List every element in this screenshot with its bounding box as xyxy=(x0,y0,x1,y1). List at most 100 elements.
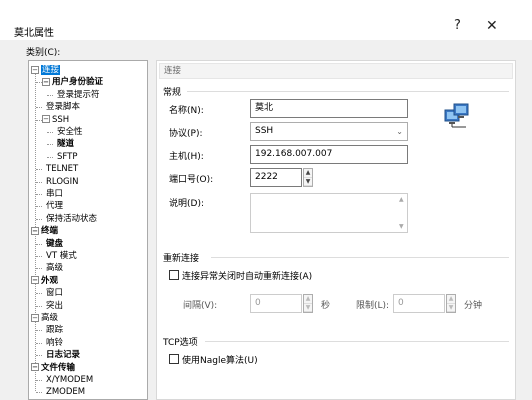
description-scrollbar[interactable]: ▲ ▼ xyxy=(397,194,407,232)
tree-item-label: RLOGIN xyxy=(46,176,79,187)
tree-item[interactable]: 响铃 xyxy=(36,337,64,349)
tree-item[interactable]: 日志记录 xyxy=(36,349,81,361)
category-tree[interactable]: − 连接 − 用户身份验证 登录提示符 登录脚本 − SSH 安全性 隧道 SFTP TELNET RL… xyxy=(28,60,148,400)
spin-up-icon[interactable]: ▲ xyxy=(304,169,312,178)
description-textarea[interactable]: ▲ ▼ xyxy=(250,193,408,233)
spin-down-icon[interactable]: ▼ xyxy=(304,304,312,312)
reconnect-separator xyxy=(211,257,509,258)
auto-reconnect-checkbox[interactable] xyxy=(169,270,179,280)
collapse-icon[interactable]: − xyxy=(31,226,39,235)
host-input[interactable]: 192.168.007.007 xyxy=(250,145,408,164)
tree-item[interactable]: VT 模式 xyxy=(36,250,77,262)
tree-item-label: 突出 xyxy=(46,300,64,311)
tree-item[interactable]: TELNET xyxy=(36,163,79,175)
tree-item-label: ZMODEM xyxy=(46,387,86,398)
general-separator xyxy=(187,91,509,92)
tree-item[interactable]: X/YMODEM xyxy=(36,374,94,386)
interval-spinner[interactable]: ▲ ▼ xyxy=(303,294,313,313)
tree-item[interactable]: 键盘 xyxy=(36,238,64,250)
chevron-down-icon: ⌄ xyxy=(396,127,403,136)
tree-item[interactable]: 隧道 xyxy=(47,138,75,150)
tree-item[interactable]: 登录提示符 xyxy=(47,89,100,101)
tree-item-label: 日志记录 xyxy=(46,350,81,361)
close-button[interactable]: ✕ xyxy=(486,18,498,34)
tree-item-label: 安全性 xyxy=(57,127,83,137)
tree-item-label: 串口 xyxy=(46,189,64,199)
limit-spinner[interactable]: ▲ ▼ xyxy=(446,294,456,313)
tree-item-label: 窗口 xyxy=(46,288,64,299)
tree-item[interactable]: 突出 xyxy=(36,300,64,312)
tree-item[interactable]: − 外观 xyxy=(31,275,58,287)
tree-item[interactable]: − SSH xyxy=(36,114,69,126)
category-label: 类别(C): xyxy=(26,48,61,58)
tree-item[interactable]: − 文件传输 xyxy=(31,362,75,374)
tree-item[interactable]: 登录脚本 xyxy=(36,101,80,113)
tree-item-label: 高级 xyxy=(41,313,59,323)
auto-reconnect-label[interactable]: 连接异常关闭时自动重新连接(A) xyxy=(182,269,312,282)
limit-unit: 分钟 xyxy=(464,301,483,311)
tree-item[interactable]: SFTP xyxy=(47,151,77,163)
tree-item[interactable]: − 用户身份验证 xyxy=(36,76,104,88)
port-label: 端口号(O): xyxy=(169,175,214,185)
name-input[interactable]: 莫北 xyxy=(250,99,408,118)
tree-connector xyxy=(36,256,42,257)
tree-item[interactable]: 跟踪 xyxy=(36,324,64,336)
tree-item[interactable]: 保持活动状态 xyxy=(36,213,97,225)
tree-item-label: 键盘 xyxy=(46,238,64,249)
tree-item[interactable]: 串口 xyxy=(36,188,64,200)
spin-down-icon[interactable]: ▼ xyxy=(304,178,312,186)
tree-item[interactable]: − 高级 xyxy=(31,312,58,324)
collapse-icon[interactable]: − xyxy=(31,65,39,74)
tree-item-label: X/YMODEM xyxy=(46,375,94,385)
tree-item[interactable]: 窗口 xyxy=(36,287,64,299)
spin-down-icon[interactable]: ▼ xyxy=(447,304,455,312)
network-computer-icon xyxy=(444,103,469,128)
tree-item[interactable]: − 连接 xyxy=(31,64,61,76)
port-spinner[interactable]: ▲ ▼ xyxy=(303,168,313,187)
spin-up-icon[interactable]: ▲ xyxy=(447,295,455,304)
scroll-up-icon[interactable]: ▲ xyxy=(399,196,404,203)
port-input[interactable]: 2222 xyxy=(250,168,302,187)
tree-item-label: 代理 xyxy=(46,201,64,212)
nagle-label[interactable]: 使用Nagle算法(U) xyxy=(182,353,258,366)
tree-item-label: 用户身份验证 xyxy=(52,77,104,88)
tree-item-label: 跟踪 xyxy=(46,325,64,336)
tree-connector xyxy=(36,119,42,121)
tree-item-label: TELNET xyxy=(46,164,79,175)
limit-input[interactable]: 0 xyxy=(393,294,445,313)
general-section-title: 常规 xyxy=(163,88,182,98)
tree-connector xyxy=(36,82,42,84)
collapse-icon[interactable]: − xyxy=(42,77,50,86)
nagle-checkbox[interactable] xyxy=(169,354,179,364)
tree-item[interactable]: 代理 xyxy=(36,200,64,212)
limit-label: 限制(L): xyxy=(356,301,390,311)
tree-item[interactable]: 高级 xyxy=(36,262,64,274)
collapse-icon[interactable]: − xyxy=(31,276,39,285)
reconnect-section-title: 重新连接 xyxy=(163,254,200,264)
interval-input[interactable]: 0 xyxy=(250,294,302,313)
tcp-section-title: TCP选项 xyxy=(163,338,198,348)
tree-connector xyxy=(36,194,42,195)
tree-item-label: 登录提示符 xyxy=(57,89,100,100)
description-label: 说明(D): xyxy=(169,199,204,209)
spin-up-icon[interactable]: ▲ xyxy=(304,295,312,304)
tree-item-label: 响铃 xyxy=(46,337,64,348)
tree-item-label: 高级 xyxy=(46,263,64,274)
collapse-icon[interactable]: − xyxy=(42,115,50,124)
tree-item[interactable]: ZMODEM xyxy=(36,386,86,398)
tree-connector xyxy=(47,144,53,146)
name-label: 名称(N): xyxy=(169,106,204,116)
tree-connector xyxy=(36,293,42,295)
tree-item[interactable]: 安全性 xyxy=(47,126,83,138)
help-button[interactable]: ? xyxy=(454,18,461,33)
protocol-select[interactable]: SSH ⌄ xyxy=(250,122,408,141)
protocol-label: 协议(P): xyxy=(169,129,203,139)
scroll-down-icon[interactable]: ▼ xyxy=(399,223,404,230)
collapse-icon[interactable]: − xyxy=(31,313,39,322)
collapse-icon[interactable]: − xyxy=(31,363,39,372)
tree-item-label: 隧道 xyxy=(57,139,75,150)
tree-item[interactable]: RLOGIN xyxy=(36,176,79,188)
interval-unit: 秒 xyxy=(321,301,331,311)
host-label: 主机(H): xyxy=(169,152,204,162)
tree-item[interactable]: − 终端 xyxy=(31,225,58,237)
